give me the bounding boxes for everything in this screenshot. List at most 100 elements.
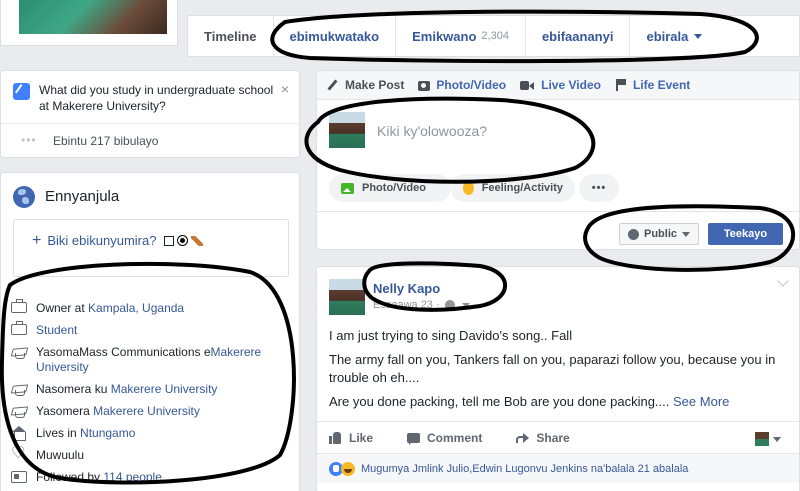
intro-text: Muwuulu xyxy=(36,448,85,462)
tab-more[interactable]: ebirala xyxy=(630,15,718,57)
composer-input[interactable]: Kiki ky'olowooza? xyxy=(377,123,487,139)
tab-label: Live Video xyxy=(541,78,601,92)
chevron-down-icon[interactable] xyxy=(773,437,781,442)
intro-item-lives-in: Lives in Ntungamo xyxy=(11,426,291,448)
intro-text: Followed by xyxy=(36,470,104,484)
question-pages-label: Ebintu 217 bibulayo xyxy=(53,134,159,148)
intro-item-followers: Followed by 114 people xyxy=(11,470,291,491)
intro-link[interactable]: Makerere University xyxy=(93,404,200,418)
action-label: Like xyxy=(349,430,374,445)
smiley-icon xyxy=(463,181,474,195)
intro-text: Nasomera ku xyxy=(36,382,111,396)
intro-item-work: Owner at Kampala, Uganda xyxy=(11,299,291,323)
globe-icon xyxy=(628,228,639,240)
action-label: Share xyxy=(536,430,570,445)
intro-item-studied: Yasomera Makerere University xyxy=(11,404,291,426)
tab-label: Photo/Video xyxy=(436,78,507,92)
graduation-cap-icon xyxy=(11,383,27,397)
intro-text: Owner at xyxy=(36,301,89,315)
thumbs-up-icon xyxy=(329,431,342,444)
avatar[interactable] xyxy=(329,112,365,148)
intro-text: YasomaMass Communications e xyxy=(36,345,211,359)
viewer-avatar[interactable] xyxy=(755,432,769,446)
profile-tabbar: Timeline ebimukwatako Emikwano 2,304 ebif… xyxy=(187,15,800,57)
post-options-icon[interactable] xyxy=(777,275,789,287)
profile-picture-frame[interactable] xyxy=(0,0,178,46)
intro-list: Owner at Kampala, Uganda Student YasomaM… xyxy=(11,299,291,491)
like-button[interactable]: Like xyxy=(329,431,373,445)
avatar[interactable] xyxy=(329,279,365,315)
tab-make-post[interactable]: Make Post xyxy=(327,78,404,92)
tab-label: Make Post xyxy=(345,78,405,92)
photo-icon xyxy=(341,182,354,194)
guitar-icon xyxy=(191,236,204,246)
pencil-icon xyxy=(327,79,339,91)
more-dots-icon[interactable]: ••• xyxy=(21,133,37,147)
share-button[interactable]: Share xyxy=(516,430,570,445)
intro-link[interactable]: 114 people xyxy=(103,470,162,484)
feed-post: Nelly Kapo Essaawa 23 · I am just trying… xyxy=(316,266,800,491)
more-options-button[interactable]: ••• xyxy=(579,174,619,202)
post-button[interactable]: Teekayo xyxy=(708,223,783,245)
tab-about[interactable]: ebimukwatako xyxy=(274,15,397,57)
feeling-activity-button[interactable]: Feeling/Activity xyxy=(451,174,575,202)
question-text[interactable]: What did you study in undergraduate scho… xyxy=(39,82,279,114)
intro-link[interactable]: Kampala, Uganda xyxy=(88,301,184,315)
chevron-down-icon xyxy=(694,33,703,39)
tab-label: ebirala xyxy=(646,28,689,44)
post-paragraph-text: Are you done packing, tell me Bob are yo… xyxy=(329,394,670,409)
pill-label: Photo/Video xyxy=(362,182,426,194)
intro-text: Lives in xyxy=(36,426,81,440)
pill-label: Feeling/Activity xyxy=(481,182,563,194)
post-paragraph: The army fall on you, Tankers fall on yo… xyxy=(329,352,776,385)
post-time[interactable]: Essaawa 23 · xyxy=(373,299,440,311)
post-actions: Like Comment Share xyxy=(317,421,799,453)
see-more-link[interactable]: See More xyxy=(673,394,729,409)
tab-friends[interactable]: Emikwano 2,304 xyxy=(396,15,526,57)
chevron-down-icon[interactable] xyxy=(461,302,470,308)
composer-tabs: Make Post Photo/Video Live Video Life Ev… xyxy=(317,71,799,100)
add-hobbies-link[interactable]: + Biki ebikunyumira? xyxy=(32,232,204,250)
reactions-text[interactable]: Mugumya Jmlink Julio,Edwin Lugonvu Jenki… xyxy=(361,463,688,475)
tab-label: Life Event xyxy=(632,78,691,92)
post-paragraph: I am just trying to sing Davido's song..… xyxy=(329,328,573,343)
home-icon xyxy=(11,426,27,441)
tab-timeline[interactable]: Timeline xyxy=(188,15,274,57)
globe-icon xyxy=(444,300,455,310)
pencil-icon xyxy=(13,83,30,100)
tab-live-video[interactable]: Live Video xyxy=(520,78,601,92)
intro-title: Ennyanjula xyxy=(45,188,120,205)
post-meta: Essaawa 23 · xyxy=(373,299,470,311)
soccer-ball-icon xyxy=(177,235,189,246)
intro-link[interactable]: Student xyxy=(36,323,77,337)
tab-photos[interactable]: ebifaananyi xyxy=(526,15,631,57)
add-hobbies-label: Biki ebikunyumira? xyxy=(47,233,157,248)
close-icon[interactable]: × xyxy=(281,81,289,97)
audience-label: Public xyxy=(644,228,678,240)
intro-card: Ennyanjula + Biki ebikunyumira? Owner at … xyxy=(0,172,300,491)
profile-picture[interactable] xyxy=(19,0,167,34)
graduation-cap-icon xyxy=(11,405,27,419)
intro-link[interactable]: Makerere University xyxy=(111,382,218,396)
intro-item-study: YasomaMass Communications eMakerere Univ… xyxy=(11,345,291,382)
comment-button[interactable]: Comment xyxy=(407,431,482,445)
featured-box[interactable]: + Biki ebikunyumira? xyxy=(13,219,289,277)
heart-icon xyxy=(11,445,27,462)
post-author[interactable]: Nelly Kapo xyxy=(373,281,440,296)
post-composer: Make Post Photo/Video Live Video Life Ev… xyxy=(316,70,800,250)
intro-item-student: Student xyxy=(11,321,291,345)
tab-label: ebimukwatako xyxy=(289,28,380,44)
followers-icon xyxy=(11,471,27,483)
box-icon xyxy=(164,236,175,246)
intro-text: Yasomera xyxy=(36,404,94,418)
photo-video-button[interactable]: Photo/Video xyxy=(329,174,451,202)
tab-photo-video[interactable]: Photo/Video xyxy=(418,78,506,92)
audience-selector[interactable]: Public xyxy=(619,223,699,245)
intro-link[interactable]: Ntungamo xyxy=(80,426,135,440)
plus-icon: + xyxy=(32,232,42,249)
reactions-bar[interactable]: Mugumya Jmlink Julio,Edwin Lugonvu Jenki… xyxy=(317,453,799,483)
post-body: I am just trying to sing Davido's song..… xyxy=(329,327,789,417)
haha-reaction-icon xyxy=(341,461,355,476)
post-paragraph: Are you done packing, tell me Bob are yo… xyxy=(329,393,789,411)
tab-life-event[interactable]: Life Event xyxy=(615,78,690,92)
